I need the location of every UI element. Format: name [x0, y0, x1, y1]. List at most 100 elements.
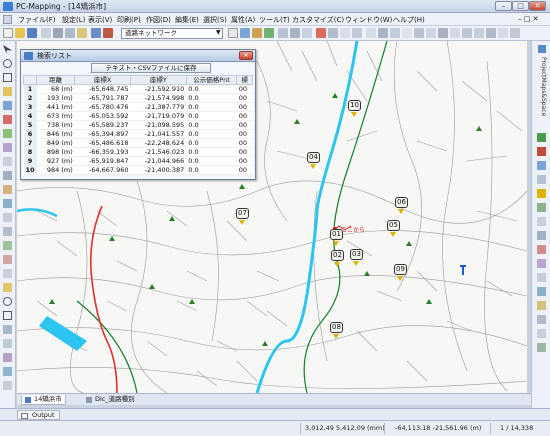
map-icon[interactable]	[537, 343, 546, 352]
marker-03[interactable]: 03	[350, 249, 363, 260]
marker-06[interactable]: 06	[395, 197, 408, 208]
marker-08[interactable]: 08	[330, 322, 343, 333]
close-button[interactable]: ✕	[529, 1, 546, 11]
curve-icon[interactable]	[3, 339, 12, 348]
layer-icon[interactable]	[103, 28, 113, 38]
tab-dic-road-type[interactable]: Dic_道路種別	[83, 395, 138, 405]
marker-02[interactable]: 02	[331, 250, 344, 261]
rect-tool-icon[interactable]	[3, 73, 12, 82]
save-to-file-button[interactable]: テキスト・CSVファイルに保存	[91, 63, 211, 73]
sheet-icon[interactable]	[474, 28, 484, 38]
info-icon[interactable]	[537, 329, 546, 338]
ellipse-icon[interactable]	[3, 297, 12, 306]
zoom-icon[interactable]	[264, 28, 274, 38]
paste-icon[interactable]	[77, 28, 87, 38]
window2-icon[interactable]	[366, 28, 376, 38]
column-header-x[interactable]: 座標X	[74, 75, 132, 85]
marker-05[interactable]: 05	[387, 220, 400, 231]
menu-customize[interactable]: カスタマイズ(C)	[292, 15, 344, 25]
layer-list-icon[interactable]	[537, 203, 546, 212]
move-icon[interactable]	[3, 157, 12, 166]
split-icon[interactable]	[426, 28, 436, 38]
extent-icon[interactable]	[537, 175, 546, 184]
menu-print[interactable]: 印刷(P)	[117, 15, 141, 25]
marker-04[interactable]: 04	[307, 152, 320, 163]
layout-icon[interactable]	[352, 28, 362, 38]
menu-draw[interactable]: 作図(D)	[146, 15, 171, 25]
window-icon[interactable]	[340, 28, 350, 38]
menu-help[interactable]: ヘルプ(H)	[393, 15, 425, 25]
marker-10[interactable]: 10	[348, 100, 361, 111]
menu-window[interactable]: ウィンドウ(W)	[345, 15, 392, 25]
table-icon[interactable]	[290, 28, 300, 38]
node-icon[interactable]	[3, 199, 12, 208]
undo-icon[interactable]	[91, 28, 101, 38]
maximize-button[interactable]: □	[512, 1, 529, 11]
image-icon[interactable]	[3, 367, 12, 376]
list-icon[interactable]	[450, 28, 460, 38]
column-header-distance[interactable]: 距離	[36, 75, 76, 85]
column-header-mark[interactable]: 標	[236, 75, 253, 85]
table-row[interactable]: 5 738 (m) -65,589.237 -21,098.595 0.0 00	[23, 120, 253, 130]
tile-icon[interactable]	[378, 28, 388, 38]
settings-icon[interactable]	[537, 315, 546, 324]
panel-icon[interactable]	[402, 28, 412, 38]
rows-icon[interactable]	[498, 28, 508, 38]
menu-settings[interactable]: 設定(L)	[62, 15, 85, 25]
menu-view[interactable]: 表示(V)	[88, 15, 112, 25]
project-panel-tab[interactable]: ProjectMaps&Space	[537, 57, 547, 127]
frame-icon[interactable]	[438, 28, 448, 38]
attribute-icon[interactable]	[3, 381, 12, 390]
new-icon[interactable]	[3, 28, 13, 38]
search-list-header[interactable]: 検索リスト ✕	[21, 50, 255, 62]
label-icon[interactable]	[3, 283, 12, 292]
minimize-button[interactable]: –	[495, 1, 512, 11]
table-row[interactable]: 6 846 (m) -65,394.897 -21,041.557 0.0 00	[23, 129, 253, 139]
cascade-icon[interactable]	[390, 28, 400, 38]
table-row[interactable]: 1 68 (m) -65,648.745 -21,592.910 0.0 00	[23, 84, 253, 94]
zoom-out-icon[interactable]	[537, 147, 546, 156]
style-icon[interactable]	[537, 259, 546, 268]
pointer-icon[interactable]	[3, 45, 12, 54]
copy-icon[interactable]	[65, 28, 75, 38]
table-row[interactable]: 10 984 (m) -64,667.960 -21,400.387 0.0 00	[23, 165, 253, 175]
properties-icon[interactable]	[537, 217, 546, 226]
delete-icon[interactable]	[537, 245, 546, 254]
filter-icon[interactable]	[537, 273, 546, 282]
layer-select[interactable]: 道路ネットワーク	[121, 28, 223, 39]
polygon-icon[interactable]	[3, 129, 12, 138]
zoom-in-icon[interactable]	[537, 133, 546, 142]
column-header-y[interactable]: 座標Y	[130, 75, 187, 85]
stop-icon[interactable]	[316, 28, 326, 38]
erase-icon[interactable]	[3, 255, 12, 264]
table-row[interactable]: 7 849 (m) -65,486.618 -22,248.624 0.0 00	[23, 138, 253, 148]
point-icon[interactable]	[3, 115, 12, 124]
open-icon[interactable]	[15, 28, 25, 38]
pan-icon[interactable]	[240, 28, 250, 38]
join-icon[interactable]	[3, 213, 12, 222]
arc-icon[interactable]	[3, 325, 12, 334]
pencil-icon[interactable]	[3, 87, 12, 96]
split-line-icon[interactable]	[3, 227, 12, 236]
cut-icon[interactable]	[53, 28, 63, 38]
measure-icon[interactable]	[252, 28, 262, 38]
menu-file[interactable]: ファイル(F)	[18, 15, 56, 25]
dock-icon[interactable]	[414, 28, 424, 38]
table-row[interactable]: 4 673 (m) -65,053.592 -21,719.079 0.0 00	[23, 111, 253, 121]
square-icon[interactable]	[3, 311, 12, 320]
chevron-down-icon[interactable]: ▼	[216, 29, 221, 36]
search-list-window[interactable]: 検索リスト ✕ テキスト・CSVファイルに保存 距離 座標X 座標Y 公示価格P…	[20, 49, 256, 180]
menu-attribute[interactable]: 属性(A)	[231, 15, 255, 25]
tab-14yokohama[interactable]: 14矯浜市	[21, 395, 66, 405]
column-header-price[interactable]: 公示価格Pnt	[185, 75, 238, 85]
close-icon[interactable]: ✕	[239, 51, 253, 60]
select-arrow-icon[interactable]	[228, 28, 238, 38]
circle-tool-icon[interactable]	[3, 59, 12, 68]
options-icon[interactable]	[510, 28, 520, 38]
snap-icon[interactable]	[3, 269, 12, 278]
pin-icon[interactable]	[538, 45, 546, 53]
scale-icon[interactable]	[3, 185, 12, 194]
print-icon[interactable]	[41, 28, 51, 38]
bookmark-icon[interactable]	[537, 189, 546, 198]
marker-07[interactable]: 07	[236, 208, 249, 219]
